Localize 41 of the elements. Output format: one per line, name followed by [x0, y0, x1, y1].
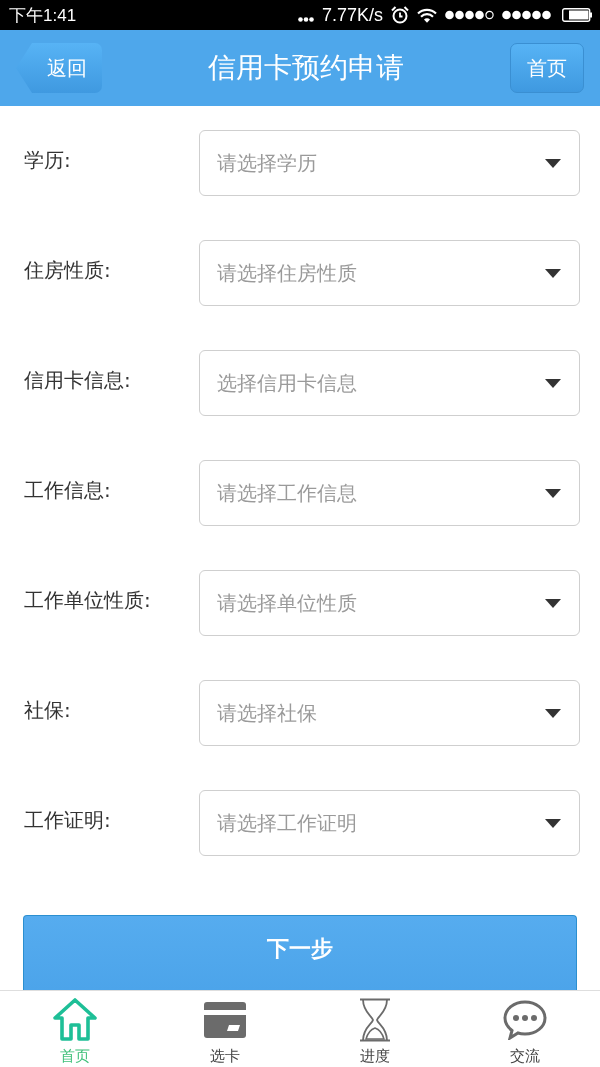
caret-icon [545, 708, 561, 718]
field-label: 住房性质: [23, 256, 112, 284]
caret-icon [545, 818, 561, 828]
dropdown-field[interactable]: 选择信用卡信息 [199, 350, 580, 416]
field-label: 工作单位性质: [23, 586, 152, 614]
tab-item[interactable]: 首页 [0, 991, 150, 1067]
field-label: 工作信息: [23, 476, 112, 504]
dropdown-field[interactable]: 请选择工作证明 [199, 790, 580, 856]
signal-dots-icon [502, 10, 551, 20]
status-time: 下午1:41 [9, 4, 77, 27]
caret-icon [545, 488, 561, 498]
tab-item[interactable]: 选卡 [150, 991, 300, 1067]
wifi-icon [417, 7, 437, 23]
alarm-clock-icon [391, 6, 409, 24]
field-label: 学历: [23, 146, 72, 174]
field-label: 社保: [23, 696, 72, 724]
card-icon [204, 1002, 246, 1038]
signal-dots-icon [445, 10, 494, 20]
home-button[interactable]: 首页 [510, 43, 584, 93]
field-label: 信用卡信息: [23, 366, 132, 394]
caret-icon [545, 598, 561, 608]
dropdown-field[interactable]: 请选择单位性质 [199, 570, 580, 636]
field-label: 工作证明: [23, 806, 112, 834]
dropdown-field[interactable]: 请选择社保 [199, 680, 580, 746]
chat-bubble-icon [503, 1000, 547, 1040]
caret-icon [545, 268, 561, 278]
dropdown-field[interactable]: 请选择学历 [199, 130, 580, 196]
house-icon [52, 998, 98, 1042]
network-speed: 7.77K/s [321, 4, 383, 26]
caret-icon [545, 378, 561, 388]
hourglass-icon [359, 998, 391, 1042]
dropdown-field[interactable]: 请选择工作信息 [199, 460, 580, 526]
next-step-button[interactable]: 下一步 [23, 915, 577, 990]
page-title: 信用卡预约申请 [207, 50, 405, 86]
tab-item[interactable]: 交流 [450, 991, 600, 1067]
back-button[interactable]: 返回 [16, 43, 102, 93]
dots-icon [297, 16, 314, 22]
caret-icon [545, 158, 561, 168]
dropdown-field[interactable]: 请选择住房性质 [199, 240, 580, 306]
tab-item[interactable]: 进度 [300, 991, 450, 1067]
battery-icon [562, 8, 592, 22]
